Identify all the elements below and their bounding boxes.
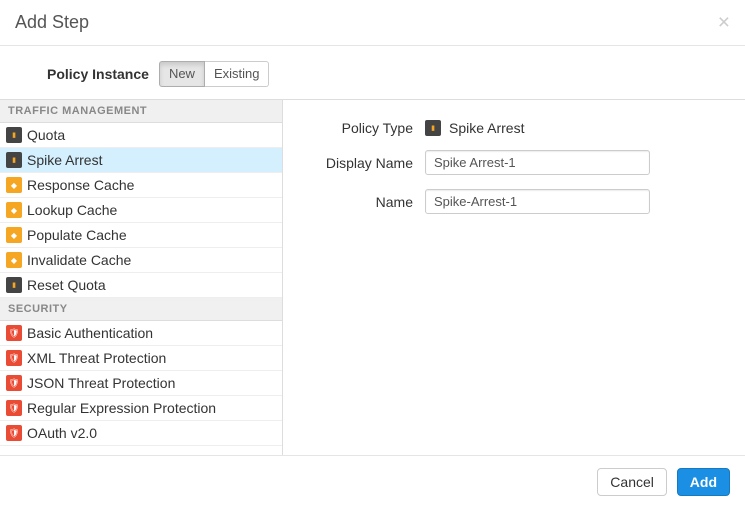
- details-pane: Policy Type Spike Arrest Display Name Na…: [283, 99, 745, 459]
- policy-icon: [6, 202, 22, 218]
- policy-item-json-threat-protection[interactable]: JSON Threat Protection: [0, 371, 282, 396]
- policy-item-reset-quota[interactable]: Reset Quota: [0, 273, 282, 298]
- cancel-button[interactable]: Cancel: [597, 468, 667, 496]
- policy-item-response-cache[interactable]: Response Cache: [0, 173, 282, 198]
- policy-icon: [6, 277, 22, 293]
- name-row: Name: [313, 189, 715, 214]
- policy-item-basic-authentication[interactable]: Basic Authentication: [0, 321, 282, 346]
- policy-item-label: Basic Authentication: [27, 325, 153, 341]
- policy-item-label: Populate Cache: [27, 227, 127, 243]
- policy-item-oauth-v2-0[interactable]: OAuth v2.0: [0, 421, 282, 446]
- policy-item-populate-cache[interactable]: Populate Cache: [0, 223, 282, 248]
- policy-item-quota[interactable]: Quota: [0, 123, 282, 148]
- modal-header: Add Step ×: [0, 0, 745, 46]
- section-header: SECURITY: [0, 298, 282, 321]
- section-header: TRAFFIC MANAGEMENT: [0, 100, 282, 123]
- policy-item-label: Regular Expression Protection: [27, 400, 216, 416]
- policy-type-label: Policy Type: [313, 120, 413, 136]
- policy-item-lookup-cache[interactable]: Lookup Cache: [0, 198, 282, 223]
- policy-item-label: XML Threat Protection: [27, 350, 166, 366]
- policy-item-spike-arrest[interactable]: Spike Arrest: [0, 148, 282, 173]
- toggle-existing[interactable]: Existing: [205, 61, 270, 87]
- content-area: TRAFFIC MANAGEMENT Quota Spike Arrest Respo…: [0, 99, 745, 459]
- policy-type-text: Spike Arrest: [449, 120, 524, 136]
- policy-icon: [6, 375, 22, 391]
- policy-icon: [6, 127, 22, 143]
- policy-item-label: Invalidate Cache: [27, 252, 131, 268]
- policy-item-invalidate-cache[interactable]: Invalidate Cache: [0, 248, 282, 273]
- policy-icon: [6, 350, 22, 366]
- policy-item-label: Response Cache: [27, 177, 134, 193]
- policy-instance-toggle: New Existing: [159, 61, 270, 87]
- policy-icon: [6, 400, 22, 416]
- policy-item-label: Quota: [27, 127, 65, 143]
- policy-icon: [6, 252, 22, 268]
- policy-type-value: Spike Arrest: [425, 120, 524, 136]
- modal-body: Policy Instance New Existing TRAFFIC MAN…: [0, 46, 745, 459]
- modal-footer: Cancel Add: [0, 455, 745, 508]
- close-button[interactable]: ×: [718, 12, 730, 33]
- policy-icon: [6, 177, 22, 193]
- display-name-row: Display Name: [313, 150, 715, 175]
- spike-arrest-icon: [425, 120, 441, 136]
- policy-item-label: Spike Arrest: [27, 152, 102, 168]
- name-input[interactable]: [425, 189, 650, 214]
- display-name-input[interactable]: [425, 150, 650, 175]
- name-label: Name: [313, 194, 413, 210]
- toggle-new[interactable]: New: [159, 61, 205, 87]
- policy-type-row: Policy Type Spike Arrest: [313, 120, 715, 136]
- policy-item-label: OAuth v2.0: [27, 425, 97, 441]
- add-button[interactable]: Add: [677, 468, 730, 496]
- policy-item-label: Lookup Cache: [27, 202, 117, 218]
- policy-item-label: JSON Threat Protection: [27, 375, 175, 391]
- policy-icon: [6, 152, 22, 168]
- modal-title: Add Step: [15, 12, 89, 33]
- policy-item-label: Reset Quota: [27, 277, 106, 293]
- policy-sidebar: TRAFFIC MANAGEMENT Quota Spike Arrest Respo…: [0, 99, 283, 459]
- policy-icon: [6, 325, 22, 341]
- policy-icon: [6, 227, 22, 243]
- policy-instance-row: Policy Instance New Existing: [0, 61, 745, 99]
- policy-item-regular-expression-protection[interactable]: Regular Expression Protection: [0, 396, 282, 421]
- policy-item-xml-threat-protection[interactable]: XML Threat Protection: [0, 346, 282, 371]
- policy-instance-label: Policy Instance: [47, 66, 149, 82]
- policy-icon: [6, 425, 22, 441]
- display-name-label: Display Name: [313, 155, 413, 171]
